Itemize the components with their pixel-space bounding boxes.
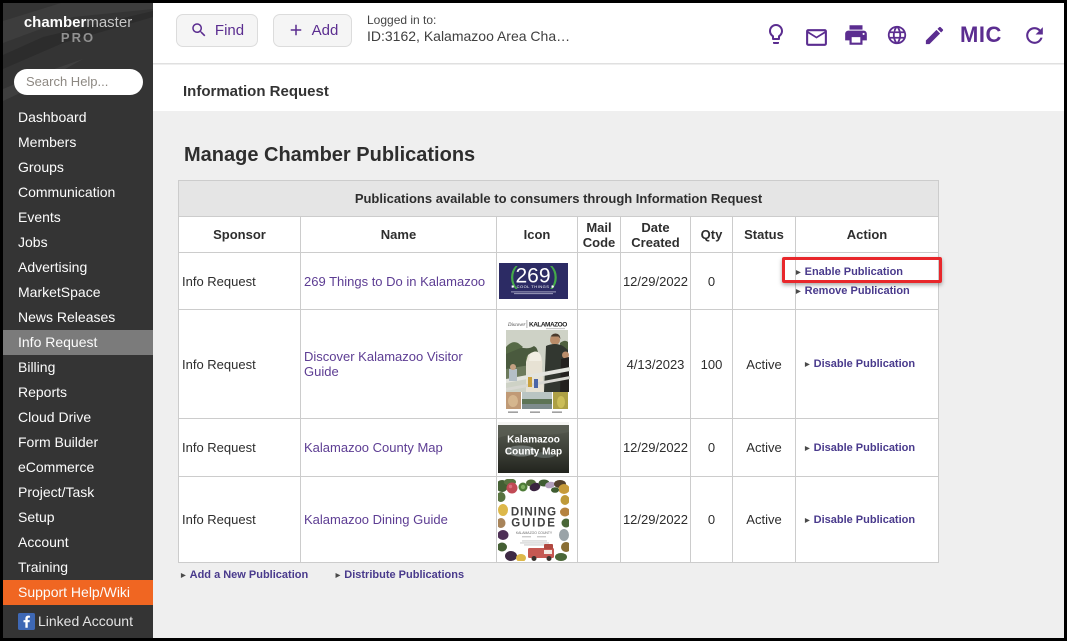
- svg-text:✱ COOL THINGS ✱: ✱ COOL THINGS ✱: [511, 284, 555, 289]
- svg-text:GUIDE: GUIDE: [511, 517, 556, 529]
- svg-text:KALAMAZOO COUNTY: KALAMAZOO COUNTY: [516, 531, 553, 535]
- svg-text:Discover: Discover: [507, 322, 525, 327]
- svg-text:County Map: County Map: [505, 447, 562, 458]
- svg-text:KALAMAZOO: KALAMAZOO: [529, 321, 567, 328]
- svg-text:Kalamazoo: Kalamazoo: [507, 435, 560, 446]
